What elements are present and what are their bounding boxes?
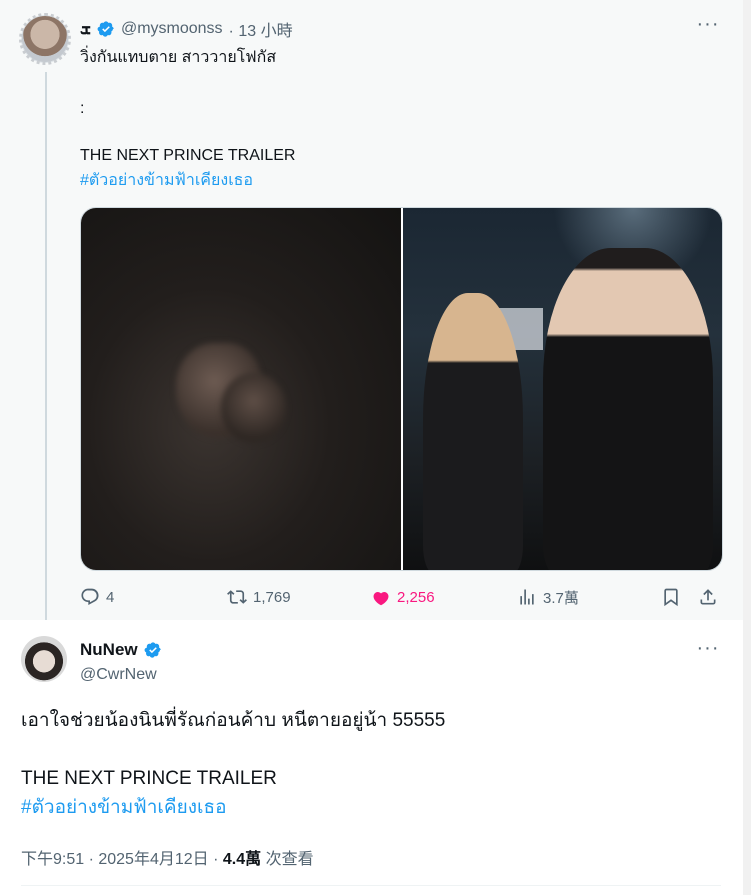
display-name-row: NuNew xyxy=(80,640,162,660)
retweet-icon xyxy=(227,590,247,604)
bookmark-icon xyxy=(664,588,678,607)
thread-line xyxy=(45,72,47,624)
tweet-header: ܫ @mysmoonss · 13 小時 xyxy=(80,18,293,40)
more-options-button[interactable]: ··· xyxy=(693,638,723,661)
timestamp[interactable]: · 13 小時 xyxy=(229,17,293,41)
reply-icon xyxy=(81,588,99,606)
hashtag-link[interactable]: #ตัวอย่างข้ามฟ้าเคียงเธอ xyxy=(80,170,253,191)
verified-badge-icon xyxy=(144,642,161,658)
hashtag-link[interactable]: #ตัวอย่างข้ามฟ้าเคียงเธอ xyxy=(21,795,226,820)
scrollbar[interactable] xyxy=(743,0,751,895)
timestamp[interactable]: 下午9:51 · 2025年4月12日 · xyxy=(21,851,223,868)
avatar[interactable] xyxy=(19,13,71,65)
tweet-text-line: : xyxy=(80,100,85,117)
display-name[interactable]: ܫ xyxy=(80,19,91,39)
analytics-icon xyxy=(520,589,534,605)
views-count: 4.4萬 xyxy=(222,851,262,868)
divider xyxy=(21,885,721,886)
views-label: 次查看 xyxy=(261,851,314,868)
views-count: 3.7萬 xyxy=(543,589,579,607)
main-tweet[interactable]: NuNew @CwrNew ··· เอาใจช่วยน้องนินพี่รัณ… xyxy=(0,620,743,895)
heart-icon xyxy=(373,592,389,606)
media-image-right[interactable] xyxy=(402,208,722,570)
tweet-meta: 下午9:51 · 2025年4月12日 · 4.4萬 次查看 xyxy=(21,845,314,869)
verified-badge-icon xyxy=(97,21,114,37)
reply-count: 4 xyxy=(106,588,115,606)
like-count: 2,256 xyxy=(397,588,435,606)
action-bar: 4 1,769 2,256 3.7萬 xyxy=(80,584,730,610)
display-name[interactable]: NuNew xyxy=(80,640,138,660)
media-image-left[interactable] xyxy=(81,208,401,570)
tweet-text-line: THE NEXT PRINCE TRAILER xyxy=(21,768,277,789)
retweet-count: 1,769 xyxy=(253,588,291,606)
media-grid[interactable] xyxy=(80,207,723,571)
handle[interactable]: @CwrNew xyxy=(80,666,157,684)
reply-tweet[interactable]: ܫ @mysmoonss · 13 小時 ··· วิ่งกันแทบตาย ส… xyxy=(0,0,743,624)
more-options-button[interactable]: ··· xyxy=(693,14,723,37)
views-button[interactable]: 3.7萬 xyxy=(517,584,579,610)
avatar[interactable] xyxy=(21,636,67,682)
bookmark-button[interactable] xyxy=(661,584,681,610)
tweet-text-line: THE NEXT PRINCE TRAILER xyxy=(80,147,296,164)
handle[interactable]: @mysmoonss xyxy=(121,20,223,38)
tweet-text-line: วิ่งกันแทบตาย สาววายโฟกัส xyxy=(80,49,277,66)
retweet-button[interactable]: 1,769 xyxy=(227,584,291,610)
share-icon xyxy=(700,589,716,605)
tweet-text-line: เอาใจช่วยน้องนินพี่รัณก่อนค้าบ หนีตายอยู… xyxy=(21,710,446,731)
like-button[interactable]: 2,256 xyxy=(371,584,435,610)
reply-button[interactable]: 4 xyxy=(80,584,114,610)
share-button[interactable] xyxy=(698,584,718,610)
